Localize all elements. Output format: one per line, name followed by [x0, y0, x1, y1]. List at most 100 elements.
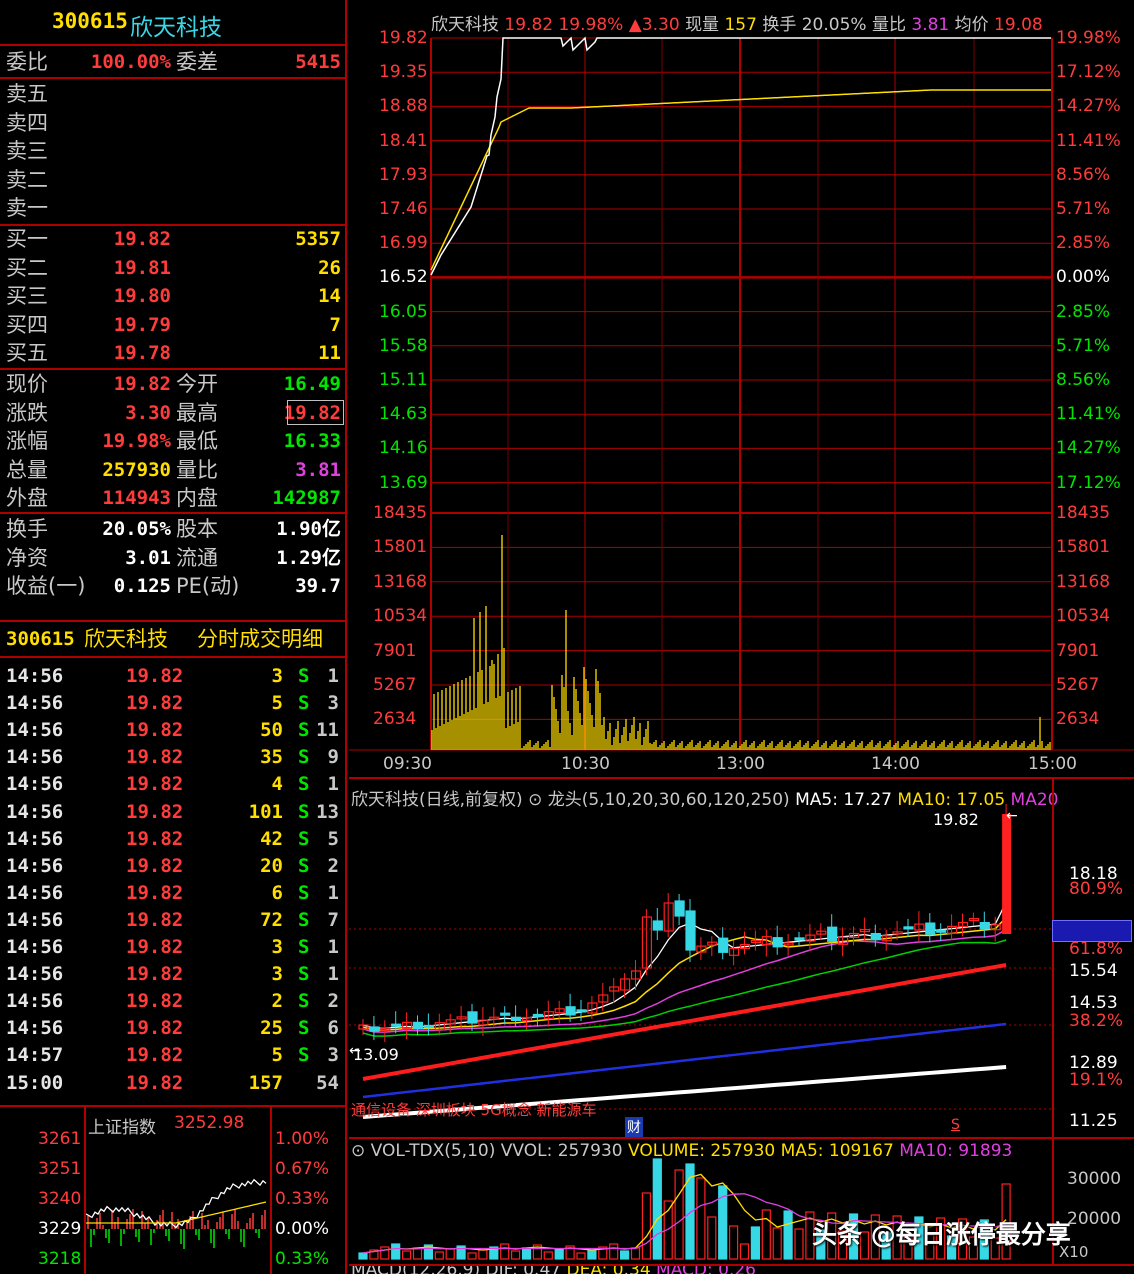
tick-count: 54: [316, 1071, 339, 1094]
tick-row[interactable]: 14:56 19.82 101 S 13: [0, 799, 347, 826]
s-marker[interactable]: S: [951, 1117, 960, 1133]
volume-axis-label-right: 2634: [1056, 709, 1100, 730]
ask-row[interactable]: 卖四: [0, 109, 347, 137]
volume-axis-label: 18435: [373, 503, 428, 523]
bid-price: 19.81: [113, 256, 171, 279]
candle-body: [794, 937, 805, 941]
candle-body: [565, 1006, 576, 1016]
finance-marker[interactable]: 财: [625, 1117, 643, 1137]
pct-axis-label: 17.12%: [1056, 62, 1121, 83]
daily-kline-chart[interactable]: 欣天科技(日线,前复权) ⊙ 龙头(5,10,20,30,60,120,250)…: [349, 777, 1134, 1139]
ticks-title: 分时成交明细: [197, 627, 323, 651]
quote-label: 涨幅: [6, 429, 48, 453]
tick-row[interactable]: 14:56 19.82 25 S 6: [0, 1015, 347, 1042]
candle-body: [391, 1023, 402, 1027]
bid-row[interactable]: 买一 19.82 5357: [0, 225, 347, 253]
tick-count: 2: [327, 990, 339, 1013]
volume-axis-label: 2634: [373, 709, 417, 730]
tick-side: S: [298, 800, 310, 823]
ticks-code: 300615: [6, 628, 75, 650]
tick-row[interactable]: 14:56 19.82 5 S 3: [0, 690, 347, 717]
tick-side: S: [298, 990, 310, 1013]
candle-body: [445, 1019, 456, 1025]
bid-row[interactable]: 买四 19.79 7: [0, 311, 347, 339]
stock-title-bar[interactable]: 300615 欣天科技: [0, 0, 345, 42]
bid-qty: 11: [318, 342, 341, 364]
tick-row[interactable]: 14:56 19.82 3 S 1: [0, 961, 347, 988]
candle-body: [1002, 814, 1012, 934]
volume-axis-label-right: 13168: [1056, 571, 1111, 592]
tick-time: 14:56: [6, 908, 64, 931]
tick-row[interactable]: 14:56 19.82 20 S 2: [0, 853, 347, 880]
candle-body: [511, 1016, 522, 1022]
intraday-chart[interactable]: 欣天科技 19.82 19.98% ▲3.30 现量 157 换手 20.05%…: [349, 0, 1134, 775]
candle-body: [979, 922, 990, 930]
bid-row[interactable]: 买五 19.78 11: [0, 339, 347, 367]
tick-count: 1: [327, 773, 339, 796]
macd-panel[interactable]: MACD(12,26,9) DIF: 0.47 DEA: 0.34 MACD: …: [349, 1264, 1134, 1274]
tick-row[interactable]: 14:56 19.82 72 S 7: [0, 907, 347, 934]
volume-bar: [696, 1177, 706, 1260]
tick-row[interactable]: 14:56 19.82 42 S 5: [0, 826, 347, 853]
price-axis-label: 18.88: [379, 96, 428, 117]
ask-row[interactable]: 卖三: [0, 137, 347, 165]
candle-body: [423, 1024, 435, 1029]
bid-qty: 5357: [295, 228, 341, 250]
tick-row[interactable]: 14:56 19.82 3 S 1: [0, 934, 347, 961]
candle-body: [456, 1016, 467, 1020]
index-mini-plot: [86, 1178, 267, 1249]
tick-side: S: [298, 963, 310, 986]
tick-price: 19.82: [126, 881, 184, 904]
tick-time: 14:56: [6, 719, 64, 742]
ask-row[interactable]: 卖一: [0, 194, 347, 222]
tick-vol: 3: [271, 963, 283, 986]
tick-price: 19.82: [126, 963, 184, 986]
volume-bar: [674, 1169, 684, 1260]
tick-count: 9: [327, 746, 339, 769]
tick-row[interactable]: 14:56 19.82 6 S 1: [0, 880, 347, 907]
macd-name: MACD(12,26,9): [351, 1264, 481, 1274]
volume-bar: [620, 1250, 630, 1260]
price-axis-label: 17.93: [379, 164, 428, 185]
price-axis-label: 14.16: [379, 438, 428, 459]
tick-count: 2: [327, 854, 339, 877]
ask-row[interactable]: 卖二: [0, 166, 347, 194]
index-ylabel: 3251: [38, 1159, 82, 1179]
bid-label: 买四: [6, 312, 48, 337]
order-ratio-label: 委比: [6, 50, 48, 74]
price-axis-label: 16.52: [379, 267, 428, 288]
volume-bar: [511, 1250, 521, 1260]
quote-row: 总量 257930 量比 3.81: [0, 456, 347, 484]
ticks-name: 欣天科技: [84, 627, 168, 651]
tick-time: 14:56: [6, 1017, 64, 1040]
kline-axis-label: 14.53: [1069, 993, 1118, 1013]
tick-count: 1: [327, 665, 339, 687]
bid-label: 买三: [6, 284, 48, 308]
fund-value-2: 1.29亿: [276, 546, 341, 569]
quote-value: 19.98%: [102, 430, 171, 452]
tick-row[interactable]: 15:00 19.82 157 54: [0, 1070, 347, 1097]
tick-side: S: [298, 936, 310, 958]
candle-body: [554, 1008, 565, 1014]
tick-count: 11: [316, 719, 339, 742]
volume-axis-label-right: 10534: [1056, 606, 1111, 627]
tick-row[interactable]: 14:57 19.82 5 S 3: [0, 1042, 347, 1069]
ask-row[interactable]: 卖五: [0, 80, 347, 108]
candle-body: [652, 920, 663, 931]
tick-row[interactable]: 14:56 19.82 2 S 2: [0, 988, 347, 1015]
tick-row[interactable]: 14:56 19.82 35 S 9: [0, 744, 347, 771]
bid-row[interactable]: 买三 19.80 14: [0, 282, 347, 310]
tick-count: 7: [327, 908, 339, 931]
fund-label-2: 股本: [176, 517, 218, 541]
volume-axis-label-right: 15801: [1056, 537, 1111, 558]
quote-value-2: 142987: [272, 487, 341, 509]
ask-label: 卖四: [6, 110, 48, 135]
pct-axis-label: 14.27%: [1056, 438, 1121, 459]
index-mini-chart[interactable]: 上证指数 3252.98 3261 3251 3240 3229 3218 1.00% 0.…: [0, 1107, 345, 1274]
quote-label: 涨跌: [6, 400, 48, 425]
tick-row[interactable]: 14:56 19.82 50 S 11: [0, 717, 347, 744]
tick-time: 14:56: [6, 990, 64, 1013]
bid-row[interactable]: 买二 19.81 26: [0, 254, 347, 282]
tick-row[interactable]: 14:56 19.82 3 S 1: [0, 663, 347, 690]
tick-row[interactable]: 14:56 19.82 4 S 1: [0, 771, 347, 798]
